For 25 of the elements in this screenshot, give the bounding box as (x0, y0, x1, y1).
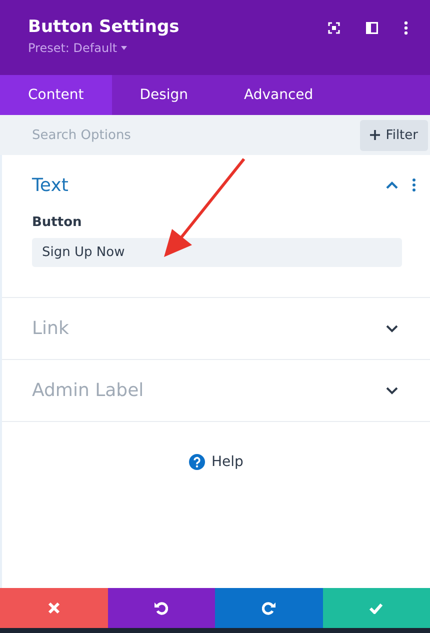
more-icon[interactable] (412, 178, 416, 192)
window-title: Button Settings (28, 17, 180, 37)
search-field[interactable]: Search Options (30, 126, 234, 144)
tab[interactable]: Content (0, 75, 112, 115)
tab[interactable]: Design (112, 75, 216, 115)
help-link[interactable]: Help (188, 454, 244, 470)
caret-icon (121, 46, 128, 50)
filter-button[interactable]: Filter (360, 120, 428, 150)
expand-chevron-icon[interactable] (386, 324, 398, 332)
more-icon[interactable] (404, 21, 408, 35)
collapse-icon[interactable] (386, 181, 398, 189)
help-icon (188, 454, 205, 470)
preset-dropdown[interactable]: Preset: Default (28, 41, 128, 55)
expand-chevron-icon[interactable] (386, 386, 398, 394)
text-field[interactable]: Sign Up Now (32, 238, 402, 267)
undo-icon (154, 601, 168, 615)
close-icon (48, 602, 60, 614)
tab[interactable]: Advanced (216, 75, 342, 115)
field-label: Button (32, 215, 83, 230)
section-title[interactable]: Text (32, 174, 68, 196)
sidebar-icon[interactable] (366, 22, 378, 34)
check-icon (369, 602, 384, 614)
plus-icon (370, 130, 380, 140)
redo-icon (262, 601, 276, 615)
expand-icon[interactable] (328, 22, 340, 34)
